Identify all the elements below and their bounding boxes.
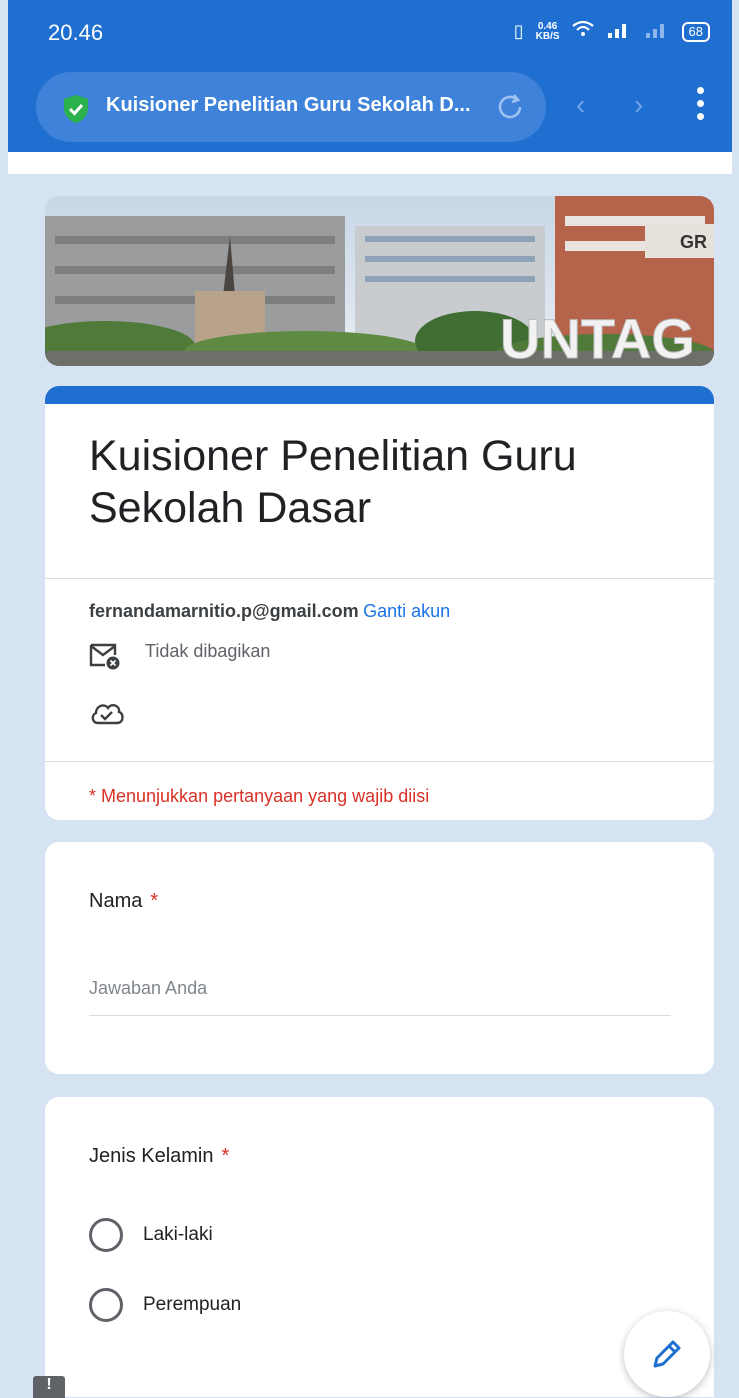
url-title: Kuisioner Penelitian Guru Sekolah D... (106, 94, 471, 116)
report-alert-icon[interactable]: ! (33, 1376, 65, 1398)
mail-not-shared-icon (89, 643, 120, 670)
vibrate-icon: ▯ (513, 21, 524, 41)
required-note: * Menunjukkan pertanyaan yang wajib diis… (89, 786, 430, 806)
signal-icon (606, 20, 632, 43)
question-label: Jenis Kelamin * (89, 1145, 229, 1168)
header-banner-image: GR UNTAG (45, 196, 714, 366)
cloud-saved-icon (91, 704, 124, 725)
forward-icon[interactable]: › (634, 89, 643, 121)
status-bar: 20.46 ▯ 0.46 KB/S 68 (8, 0, 732, 62)
battery-indicator: 68 (681, 21, 710, 42)
required-star: * (221, 1145, 230, 1167)
radio-option-male[interactable]: Laki-laki (89, 1218, 213, 1252)
menu-icon[interactable] (695, 87, 705, 127)
form-title: Kuisioner Penelitian Guru Sekolah Dasar (89, 432, 577, 532)
radio-label: Laki-laki (143, 1224, 213, 1245)
speed-unit: KB/S (535, 30, 560, 42)
question-card-name: Nama * Jawaban Anda (45, 842, 714, 1074)
question-label: Nama * (89, 890, 158, 913)
radio-option-female[interactable]: Perempuan (89, 1288, 241, 1322)
reload-icon[interactable] (494, 91, 526, 123)
banner-sign-gr: GR (680, 232, 707, 252)
edit-fab-button[interactable] (624, 1311, 710, 1397)
form-title-card: Kuisioner Penelitian Guru Sekolah Dasar … (45, 386, 714, 820)
wifi-icon (571, 20, 594, 43)
account-email: fernandamarnitio.p@gmail.com (89, 601, 359, 621)
answer-input[interactable]: Jawaban Anda (89, 978, 671, 1016)
radio-button[interactable] (89, 1218, 123, 1252)
accent-bar (45, 386, 714, 404)
browser-toolbar: Kuisioner Penelitian Guru Sekolah D... ‹… (8, 62, 732, 152)
not-shared-label: Tidak dibagikan (145, 641, 271, 661)
url-bar[interactable]: Kuisioner Penelitian Guru Sekolah D... (36, 72, 546, 142)
required-star: * (150, 890, 159, 912)
shield-icon (64, 95, 88, 123)
question-card-gender: Jenis Kelamin * Laki-laki Perempuan (45, 1097, 714, 1397)
status-time: 20.46 (48, 20, 104, 45)
speed-value: 0.46 (537, 20, 558, 32)
back-icon[interactable]: ‹ (576, 89, 585, 121)
question-title: Jenis Kelamin (89, 1145, 214, 1167)
page-top-edge (8, 152, 732, 174)
network-speed: 0.46 KB/S (535, 20, 560, 42)
signal-2-icon (644, 20, 670, 43)
status-icons: ▯ 0.46 KB/S 68 (514, 20, 710, 43)
switch-account-link[interactable]: Ganti akun (363, 601, 450, 621)
account-section: fernandamarnitio.p@gmail.com Ganti akun … (45, 579, 714, 761)
radio-label: Perempuan (143, 1294, 242, 1315)
radio-button[interactable] (89, 1288, 123, 1322)
question-title: Nama (89, 890, 143, 912)
banner-untag-sign: UNTAG (500, 307, 695, 366)
pencil-icon (653, 1340, 681, 1368)
